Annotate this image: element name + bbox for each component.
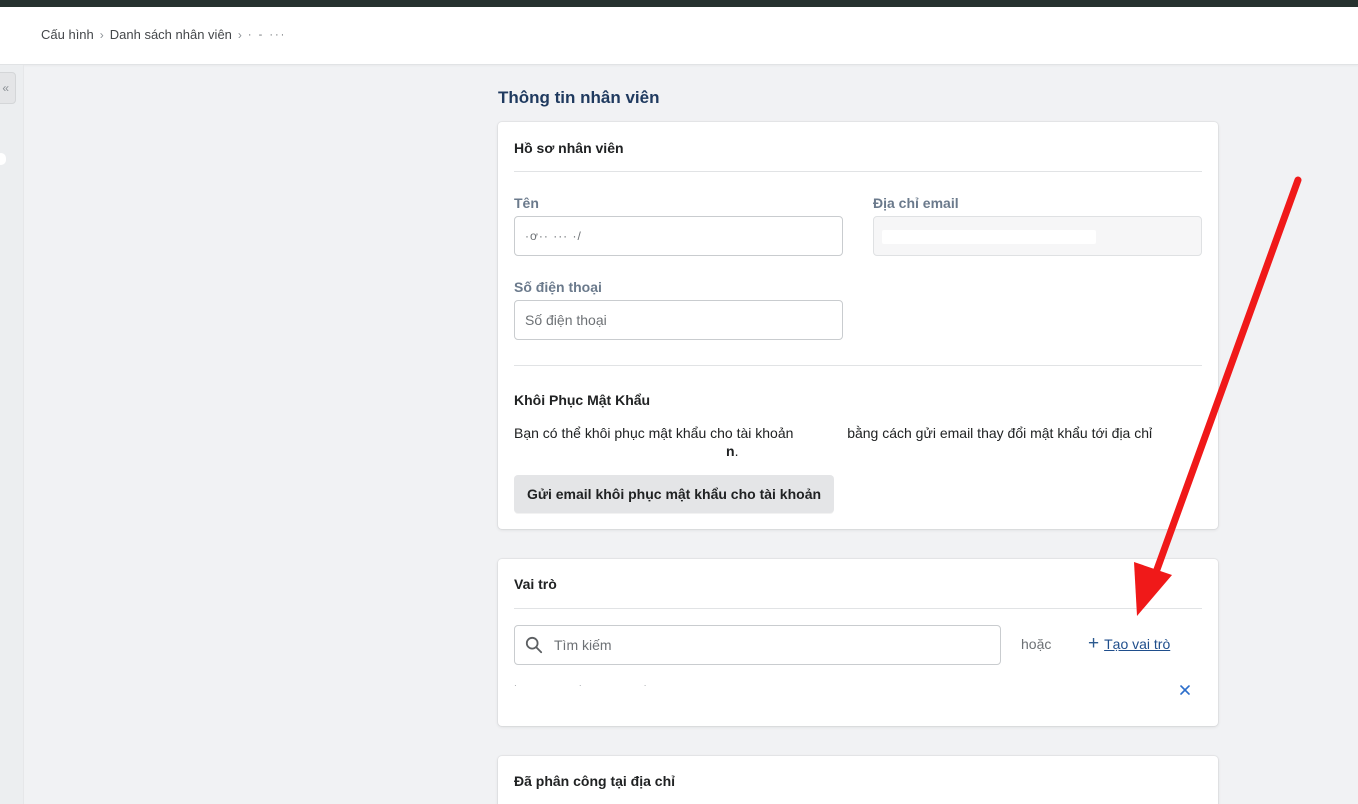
email-label: Địa chỉ email bbox=[873, 195, 959, 211]
phone-field[interactable]: Số điện thoại bbox=[514, 300, 843, 340]
name-field[interactable]: ·ơ·· ··· ·/ bbox=[514, 216, 843, 256]
assigned-card-title: Đã phân công tại địa chỉ bbox=[514, 773, 676, 789]
roles-card-title: Vai trò bbox=[514, 576, 557, 592]
role-item: · · · bbox=[514, 681, 677, 690]
name-label: Tên bbox=[514, 195, 539, 211]
create-role-link[interactable]: + Tạo vai trò bbox=[1088, 633, 1171, 654]
search-placeholder: Tìm kiếm bbox=[554, 637, 612, 653]
or-text: hoặc bbox=[1021, 636, 1052, 652]
collapse-icon: « bbox=[2, 81, 9, 95]
role-search-input[interactable]: Tìm kiếm bbox=[514, 625, 1001, 665]
assigned-location-card: Đã phân công tại địa chỉ bbox=[498, 756, 1218, 804]
page-title: Thông tin nhân viên bbox=[498, 88, 660, 107]
breadcrumb: Cấu hình › Danh sách nhân viên › · - ··· bbox=[41, 27, 286, 42]
email-value-redacted bbox=[882, 230, 1096, 244]
reset-password-description: Bạn có thể khôi phục mật khẩu cho tài kh… bbox=[514, 425, 1153, 459]
reset-desc-mid: bằng cách gửi email thay đổi mật khẩu tớ… bbox=[847, 425, 1153, 441]
close-icon[interactable] bbox=[1178, 683, 1192, 697]
page-header: Cấu hình › Danh sách nhân viên › · - ··· bbox=[0, 7, 1358, 65]
create-role-label: Tạo vai trò bbox=[1104, 636, 1171, 652]
collapse-sidebar-button[interactable]: « bbox=[0, 72, 16, 104]
send-reset-email-button[interactable]: Gửi email khôi phục mật khẩu cho tài kho… bbox=[514, 475, 834, 513]
name-value: ·ơ·· ··· ·/ bbox=[525, 229, 582, 243]
left-rail bbox=[0, 65, 24, 804]
email-field[interactable] bbox=[873, 216, 1202, 256]
profile-card: Hồ sơ nhân viên Tên ·ơ·· ··· ·/ Địa chỉ … bbox=[498, 122, 1218, 529]
plus-icon: + bbox=[1088, 633, 1100, 654]
breadcrumb-item-staff-list[interactable]: Danh sách nhân viên bbox=[110, 27, 232, 42]
chevron-right-icon: › bbox=[237, 27, 242, 42]
divider bbox=[514, 171, 1202, 172]
divider bbox=[514, 365, 1202, 366]
divider bbox=[514, 608, 1202, 609]
phone-label: Số điện thoại bbox=[514, 279, 602, 295]
phone-placeholder: Số điện thoại bbox=[525, 312, 607, 328]
search-icon bbox=[525, 636, 543, 654]
roles-card: Vai trò Tìm kiếm hoặc + Tạo vai trò · · … bbox=[498, 559, 1218, 726]
profile-card-title: Hồ sơ nhân viên bbox=[514, 140, 624, 156]
breadcrumb-item-current: · - ··· bbox=[247, 28, 287, 41]
top-strip bbox=[0, 0, 1358, 7]
reset-desc-end: n bbox=[726, 443, 735, 459]
reset-password-title: Khôi Phục Mật Khẩu bbox=[514, 392, 651, 408]
chevron-right-icon: › bbox=[99, 27, 104, 42]
reset-desc-start: Bạn có thể khôi phục mật khẩu cho tài kh… bbox=[514, 425, 794, 441]
breadcrumb-item-config[interactable]: Cấu hình bbox=[41, 27, 94, 42]
